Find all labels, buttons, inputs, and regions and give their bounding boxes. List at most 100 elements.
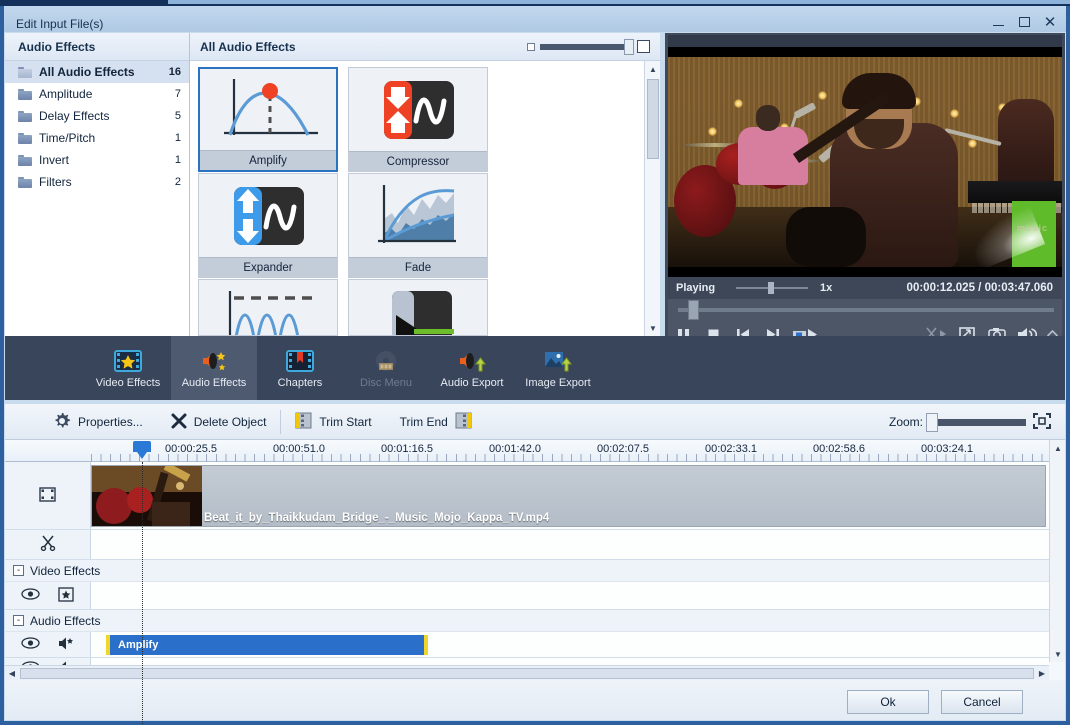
minimize-icon[interactable] bbox=[990, 14, 1006, 30]
speed-slider[interactable] bbox=[736, 282, 808, 294]
audio-export-icon bbox=[457, 348, 487, 374]
effect-tile-label: Fade bbox=[349, 257, 487, 277]
group-header-audio-effects[interactable]: - Audio Effects bbox=[5, 610, 1049, 632]
video-display[interactable]: music bbox=[668, 47, 1062, 277]
oscillator-icon bbox=[199, 280, 337, 335]
zoom-slider-knob[interactable] bbox=[926, 412, 938, 432]
size-slider-knob[interactable] bbox=[624, 38, 634, 55]
gallery-body: Amplify Compressor Expander Fade bbox=[190, 61, 660, 336]
large-thumbnail-icon bbox=[637, 40, 650, 53]
group-header-video-effects[interactable]: - Video Effects bbox=[5, 560, 1049, 582]
properties-button[interactable]: Properties... bbox=[39, 404, 157, 440]
scroll-left-icon[interactable]: ◀ bbox=[5, 669, 19, 678]
collapse-toggle-icon[interactable]: - bbox=[13, 615, 24, 626]
gallery-scrollbar[interactable]: ▲ ▼ bbox=[644, 61, 660, 336]
folder-icon bbox=[18, 66, 32, 78]
effect-tile-amplify[interactable]: Amplify bbox=[198, 67, 338, 172]
category-label: All Audio Effects bbox=[39, 65, 135, 79]
scroll-right-icon[interactable]: ▶ bbox=[1035, 669, 1049, 678]
nav-item-video-effects[interactable]: Video Effects bbox=[85, 336, 171, 400]
timeline-ruler[interactable]: 00:00:25.5 00:00:51.0 00:01:16.5 00:01:4… bbox=[5, 440, 1049, 462]
scroll-down-icon[interactable]: ▼ bbox=[645, 320, 661, 336]
effect-tile-row3-right[interactable] bbox=[348, 279, 488, 336]
nav-item-label: Audio Effects bbox=[181, 376, 247, 389]
ok-button[interactable]: Ok bbox=[847, 690, 929, 714]
chapters-icon bbox=[285, 348, 315, 374]
film-icon bbox=[39, 486, 56, 505]
gallery-scroll-thumb[interactable] bbox=[647, 79, 659, 159]
effect-tile-expander[interactable]: Expander bbox=[198, 173, 338, 278]
dialog-footer: Ok Cancel bbox=[5, 680, 1065, 720]
effect-tile-compressor[interactable]: Compressor bbox=[348, 67, 488, 172]
nav-item-audio-effects[interactable]: Audio Effects bbox=[171, 336, 257, 400]
nav-item-label: Video Effects bbox=[95, 376, 161, 389]
small-thumbnail-icon bbox=[527, 42, 535, 51]
effect-tile-fade[interactable]: Fade bbox=[348, 173, 488, 278]
maximize-icon[interactable] bbox=[1016, 14, 1032, 30]
category-count: 7 bbox=[174, 88, 181, 100]
size-slider-track[interactable] bbox=[540, 38, 634, 55]
timeline-vertical-scrollbar[interactable]: ▲ ▼ bbox=[1049, 440, 1065, 662]
fit-to-window-icon[interactable] bbox=[1033, 412, 1051, 432]
eye-icon[interactable] bbox=[20, 637, 40, 652]
trim-end-label: Trim End bbox=[399, 415, 448, 429]
thumbnail-size-slider[interactable] bbox=[527, 38, 650, 55]
eye-icon[interactable] bbox=[21, 588, 40, 603]
scroll-up-icon[interactable]: ▲ bbox=[1050, 440, 1066, 456]
video-track-gutter bbox=[5, 462, 91, 529]
category-label: Amplitude bbox=[39, 87, 93, 101]
cut-track-gutter bbox=[5, 530, 91, 559]
category-item-time-pitch[interactable]: Time/Pitch 1 bbox=[5, 127, 189, 149]
video-fx-icon[interactable] bbox=[58, 586, 74, 605]
video-effects-track[interactable] bbox=[5, 582, 1049, 610]
nav-item-chapters[interactable]: Chapters bbox=[257, 336, 343, 400]
effect-tile-row3-left[interactable] bbox=[198, 279, 338, 336]
ruler-ticks bbox=[91, 454, 1049, 462]
speed-slider-knob[interactable] bbox=[768, 282, 774, 294]
window-buttons: ✕ bbox=[990, 14, 1058, 30]
hscroll-thumb[interactable] bbox=[20, 667, 1034, 679]
category-item-all-audio-effects[interactable]: All Audio Effects 16 bbox=[5, 61, 189, 83]
scroll-down-icon[interactable]: ▼ bbox=[1050, 646, 1066, 662]
close-x-icon bbox=[171, 413, 187, 432]
trim-start-button[interactable]: Trim Start bbox=[281, 404, 385, 440]
seek-track[interactable] bbox=[678, 300, 1054, 320]
nav-item-label: Audio Export bbox=[440, 376, 504, 389]
amplify-effect-clip[interactable]: Amplify bbox=[106, 635, 428, 655]
folder-icon bbox=[18, 154, 32, 166]
category-item-amplitude[interactable]: Amplitude 7 bbox=[5, 83, 189, 105]
effects-gallery: All Audio Effects Amplify Compressor Exp… bbox=[190, 33, 660, 336]
time-display: 00:00:12.025 / 00:03:47.060 bbox=[907, 282, 1053, 294]
video-effects-icon bbox=[113, 348, 143, 374]
expander-icon bbox=[199, 174, 337, 257]
scroll-up-icon[interactable]: ▲ bbox=[645, 61, 661, 77]
audio-fx-icon[interactable] bbox=[58, 636, 75, 654]
folder-icon bbox=[18, 176, 32, 188]
timeline-horizontal-scrollbar[interactable]: ◀ ▶ bbox=[5, 665, 1049, 680]
category-label: Filters bbox=[39, 175, 72, 189]
category-item-invert[interactable]: Invert 1 bbox=[5, 149, 189, 171]
close-icon[interactable]: ✕ bbox=[1042, 14, 1058, 30]
playhead-marker[interactable] bbox=[133, 441, 151, 459]
video-clip[interactable]: Beat_it_by_Thaikkudam_Bridge_-_Music_Moj… bbox=[91, 465, 1046, 527]
zoom-slider-track[interactable] bbox=[926, 412, 1026, 432]
delete-object-button[interactable]: Delete Object bbox=[157, 404, 281, 440]
compressor-icon bbox=[349, 68, 487, 151]
nav-item-audio-export[interactable]: Audio Export bbox=[429, 336, 515, 400]
nav-item-image-export[interactable]: Image Export bbox=[515, 336, 601, 400]
video-track[interactable]: Beat_it_by_Thaikkudam_Bridge_-_Music_Moj… bbox=[5, 462, 1049, 530]
playback-icon bbox=[349, 280, 487, 335]
seek-knob[interactable] bbox=[688, 300, 699, 320]
cut-track[interactable] bbox=[5, 530, 1049, 560]
timeline-panel: 00:00:25.5 00:00:51.0 00:01:16.5 00:01:4… bbox=[5, 440, 1065, 725]
category-item-delay-effects[interactable]: Delay Effects 5 bbox=[5, 105, 189, 127]
trim-end-button[interactable]: Trim End bbox=[386, 404, 486, 440]
seek-bar[interactable] bbox=[668, 299, 1062, 321]
nav-item-disc-menu[interactable]: Disc Menu bbox=[343, 336, 429, 400]
audio-effects-track[interactable]: Amplify bbox=[5, 632, 1049, 658]
category-item-filters[interactable]: Filters 2 bbox=[5, 171, 189, 193]
cancel-button[interactable]: Cancel bbox=[941, 690, 1023, 714]
collapse-toggle-icon[interactable]: - bbox=[13, 565, 24, 576]
zoom-control[interactable]: Zoom: bbox=[888, 412, 1065, 432]
zoom-label: Zoom: bbox=[888, 415, 923, 429]
